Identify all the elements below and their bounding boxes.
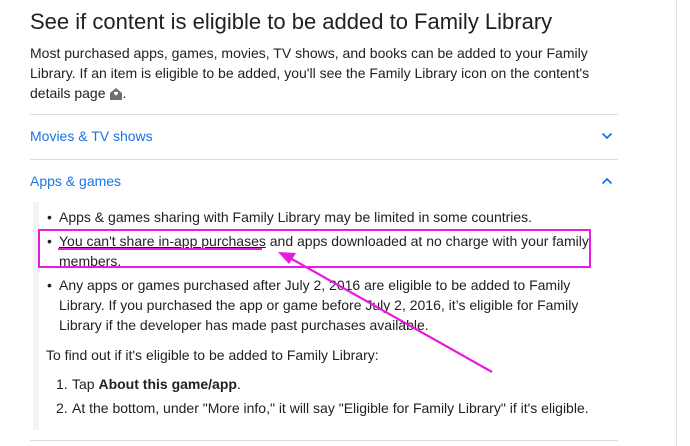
annotation-highlight-box	[38, 229, 591, 268]
divider	[30, 440, 618, 441]
divider	[30, 114, 618, 115]
list-item: • Apps & games sharing with Family Librar…	[47, 209, 533, 225]
accordion-title: Movies & TV shows	[30, 128, 153, 144]
bullet-list: • Apps & games sharing with Family Librar…	[45, 207, 605, 335]
page-edge-line	[676, 0, 677, 446]
chevron-down-icon	[601, 132, 613, 140]
accordion-movies-tv[interactable]: Movies & TV shows	[30, 124, 618, 148]
chevron-up-icon	[601, 177, 613, 185]
step-item: 1. Tap About this game/app.	[56, 376, 241, 392]
family-library-house-icon	[109, 88, 122, 100]
help-page: See if content is eligible to be added t…	[0, 0, 690, 446]
intro-end: .	[122, 85, 127, 101]
divider	[30, 159, 618, 160]
about-this-app-label: About this game/app	[98, 376, 237, 392]
accordion-apps-games[interactable]: Apps & games	[30, 169, 618, 193]
steps-list: 1. Tap About this game/app. 2. At the bott…	[56, 374, 589, 422]
list-item: • Any apps or games purchased after July …	[47, 277, 579, 333]
find-out-text: To find out if it's eligible to be added…	[46, 347, 379, 363]
accordion-title: Apps & games	[30, 173, 122, 189]
section-heading: See if content is eligible to be added t…	[30, 9, 553, 34]
intro-paragraph: Most purchased apps, games, movies, TV s…	[30, 43, 630, 103]
step-item: 2. At the bottom, under "More info," it w…	[56, 400, 589, 416]
